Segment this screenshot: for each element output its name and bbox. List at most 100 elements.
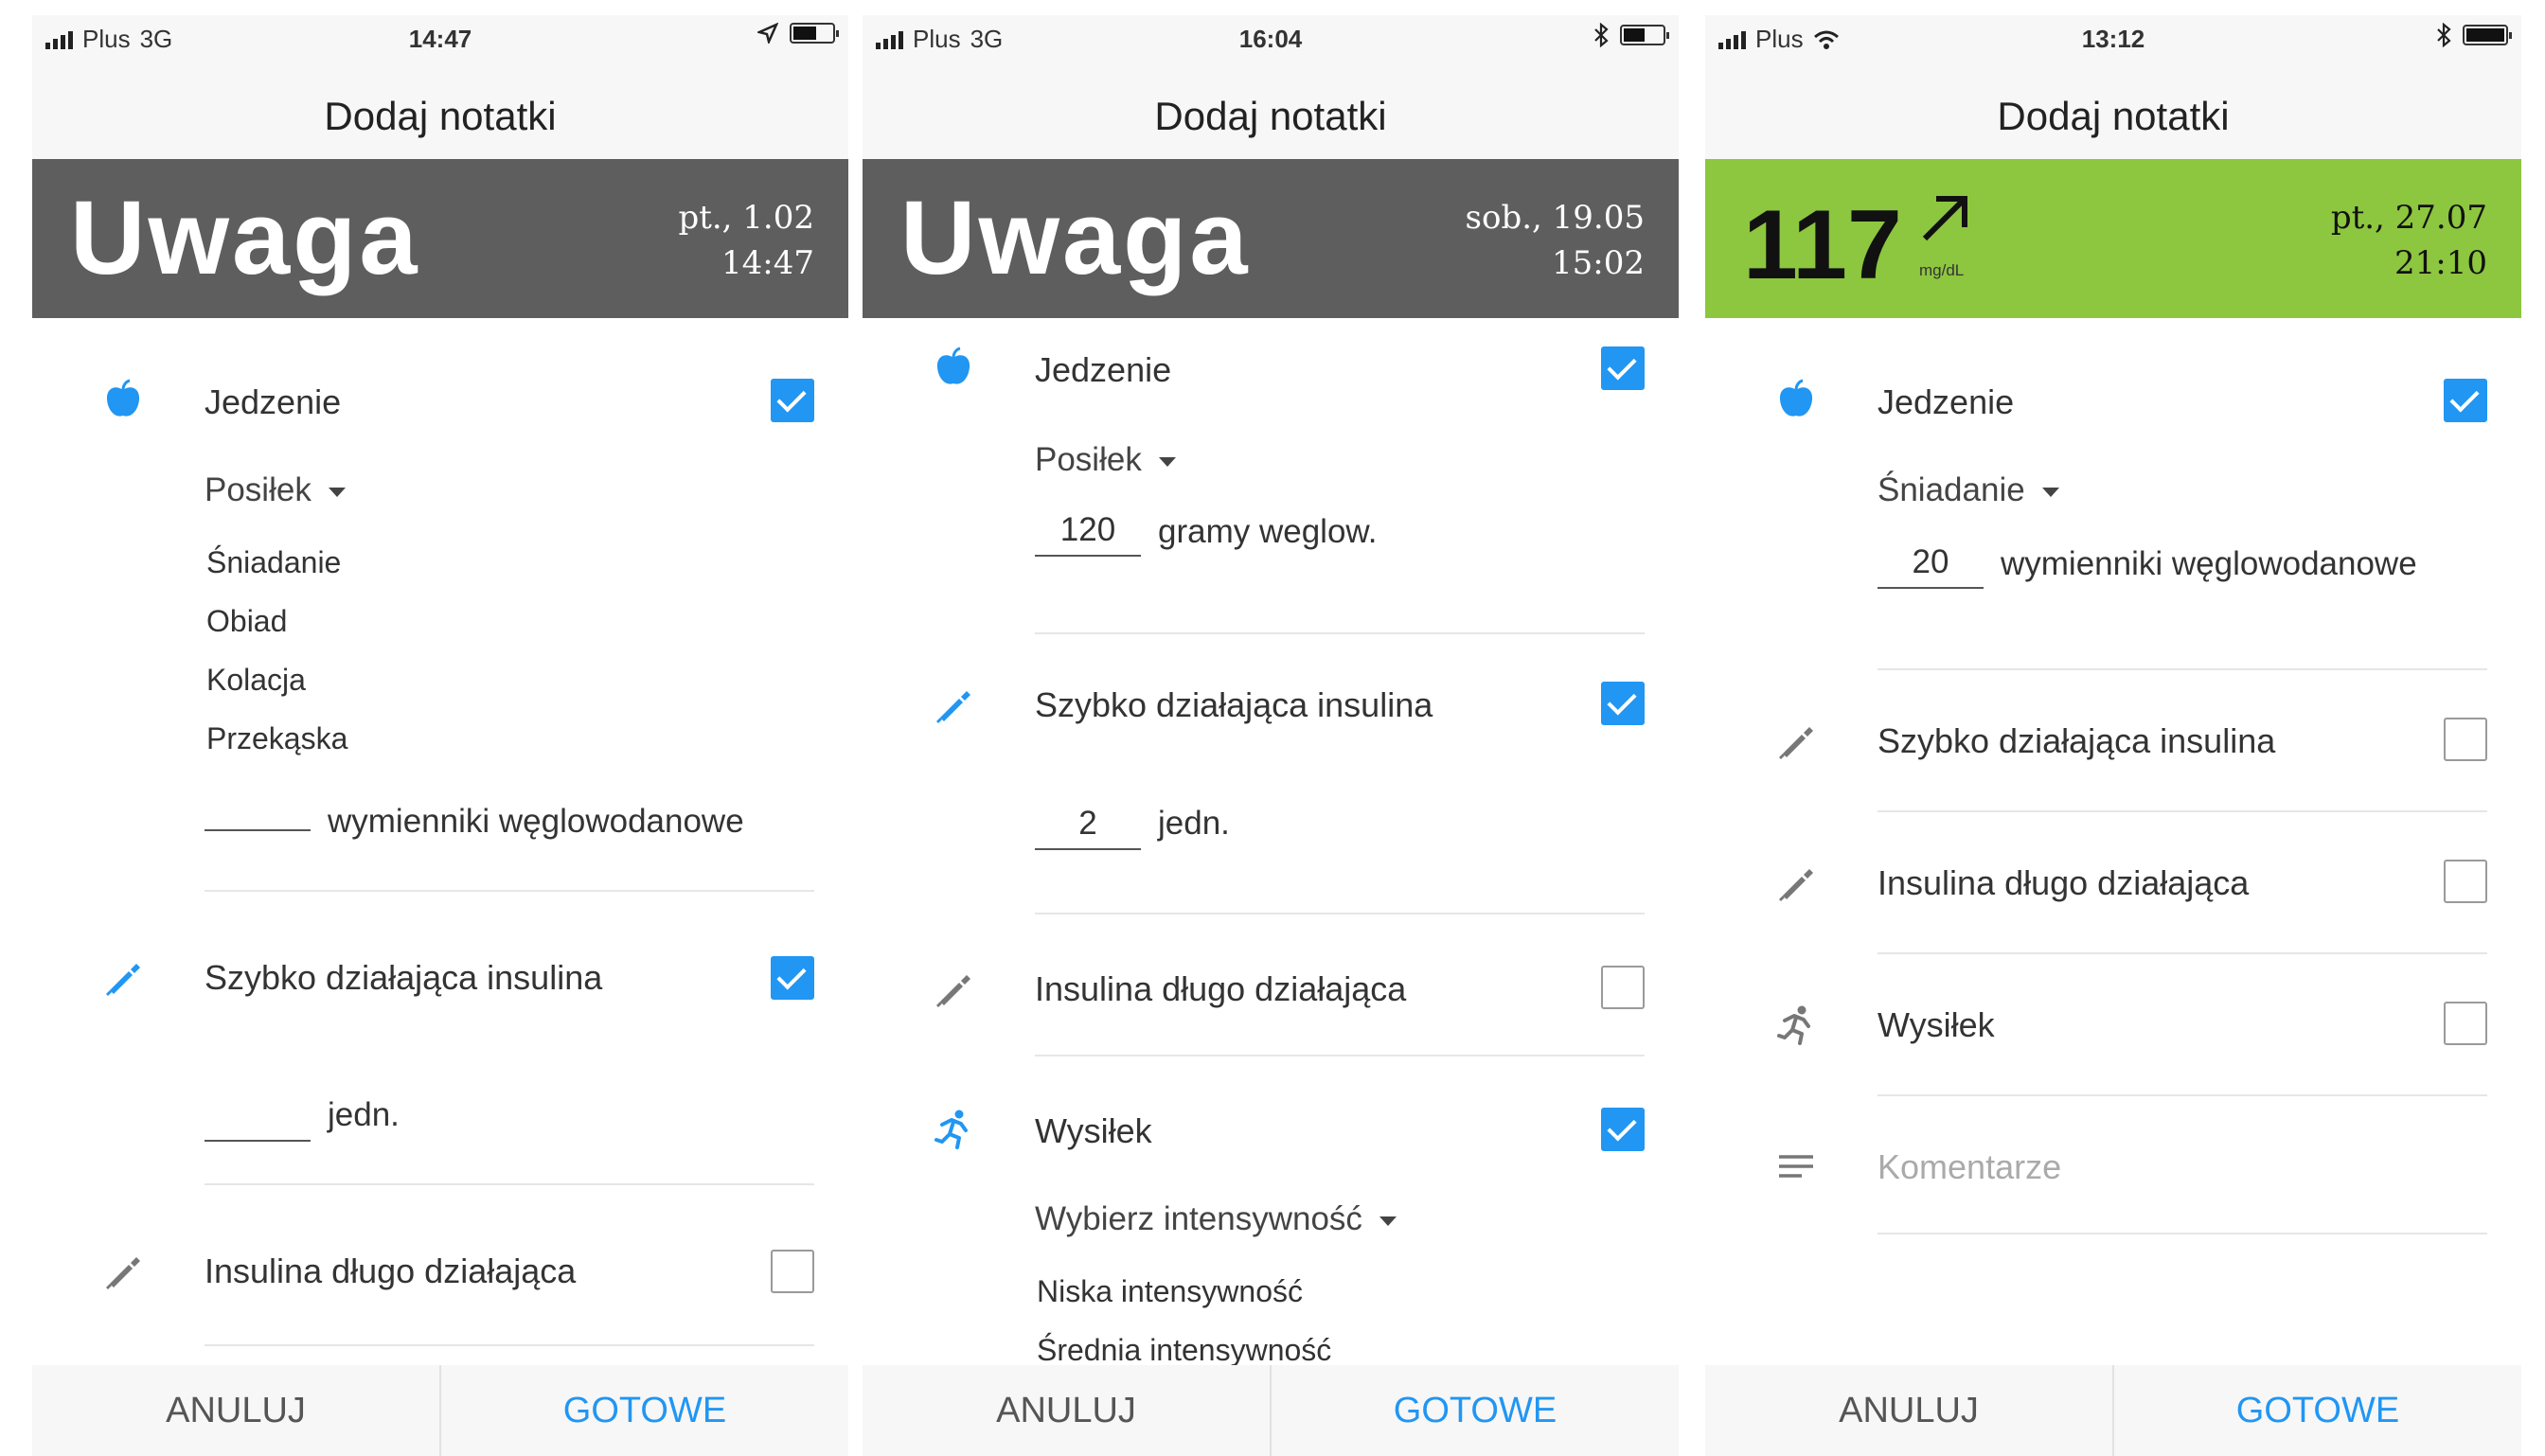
banner-text: Uwaga: [70, 180, 420, 296]
rapid-insulin-label: Szybko działająca insulina: [1035, 685, 1433, 724]
carb-input[interactable]: [205, 782, 311, 831]
location-icon: [757, 23, 778, 44]
cancel-button[interactable]: ANULUJ: [863, 1365, 1270, 1456]
caret-down-icon: [1158, 456, 1176, 467]
carb-input[interactable]: 20: [1878, 540, 1984, 589]
long-insulin-label: Insulina długo działająca: [205, 1252, 577, 1290]
long-insulin-checkbox[interactable]: [771, 1250, 814, 1293]
insulin-pen-icon: [106, 1257, 140, 1289]
exercise-label: Wysiłek: [1035, 1111, 1152, 1150]
rapid-insulin-unit: jedn.: [328, 1096, 400, 1133]
rapid-insulin-input[interactable]: [205, 1092, 311, 1142]
meal-dropdown[interactable]: Śniadanie: [1878, 471, 2059, 509]
long-insulin-checkbox[interactable]: [1601, 966, 1645, 1009]
cancel-button[interactable]: ANULUJ: [1705, 1365, 2112, 1456]
banner-time: 15:02: [1552, 244, 1645, 282]
long-insulin-checkbox[interactable]: [2444, 860, 2487, 903]
meal-dropdown[interactable]: Posiłek: [205, 471, 346, 509]
intensity-dropdown[interactable]: Wybierz intensywność: [1035, 1200, 1397, 1238]
done-button[interactable]: GOTOWE: [439, 1365, 848, 1456]
status-time: 16:04: [1238, 25, 1303, 53]
apple-icon: [106, 379, 140, 417]
carb-unit-label: wymienniki węglowodanowe: [2001, 545, 2417, 582]
food-checkbox[interactable]: [2444, 379, 2487, 422]
insulin-pen-icon: [936, 975, 970, 1007]
bluetooth-icon: [2437, 23, 2451, 47]
exercise-checkbox[interactable]: [2444, 1002, 2487, 1045]
divider: [205, 1344, 814, 1346]
bluetooth-icon: [1594, 23, 1609, 47]
meal-option-dinner[interactable]: Kolacja: [206, 663, 306, 698]
page-title: Dodaj notatki: [863, 74, 1679, 159]
battery-icon: [1620, 25, 1669, 45]
banner-date: pt., 27.07: [2330, 199, 2487, 237]
apple-icon: [936, 346, 970, 384]
running-icon: [1777, 1005, 1810, 1045]
action-bar: ANULUJ GOTOWE: [32, 1365, 848, 1456]
glucose-unit: mg/dL: [1919, 261, 1965, 279]
exercise-label: Wysiłek: [1878, 1005, 1995, 1044]
status-bar: Plus 3G 16:04: [863, 15, 1679, 74]
caret-down-icon: [1379, 1216, 1397, 1226]
insulin-pen-icon: [936, 691, 970, 723]
divider: [1878, 952, 2487, 954]
food-label: Jedzenie: [205, 382, 342, 421]
alert-banner: Uwaga sob., 19.05 15:02: [863, 159, 1679, 318]
divider: [205, 1183, 814, 1185]
carb-input[interactable]: 120: [1035, 507, 1141, 557]
glucose-banner: 117 mg/dL pt., 27.07 21:10: [1705, 159, 2521, 318]
notes-form: Jedzenie Posiłek 120 gramy weglow. Szybk…: [863, 318, 1679, 1365]
action-bar: ANULUJ GOTOWE: [1705, 1365, 2521, 1456]
status-bar: Plus 3G 14:47: [32, 15, 848, 74]
carb-unit-label: wymienniki węglowodanowe: [328, 803, 744, 840]
meal-option-breakfast[interactable]: Śniadanie: [206, 545, 341, 580]
meal-option-snack[interactable]: Przekąska: [206, 721, 347, 756]
divider: [1035, 1055, 1645, 1056]
comment-lines-icon: [1779, 1155, 1813, 1178]
food-checkbox[interactable]: [1601, 346, 1645, 390]
cancel-button[interactable]: ANULUJ: [32, 1365, 439, 1456]
status-time: 14:47: [408, 25, 472, 53]
rapid-insulin-label: Szybko działająca insulina: [205, 958, 603, 997]
rapid-insulin-checkbox[interactable]: [771, 956, 814, 1000]
divider: [1878, 668, 2487, 670]
exercise-checkbox[interactable]: [1601, 1108, 1645, 1151]
intensity-option-medium[interactable]: Średnia intensywność: [1037, 1333, 1331, 1365]
food-label: Jedzenie: [1035, 350, 1172, 389]
action-bar: ANULUJ GOTOWE: [863, 1365, 1679, 1456]
notes-form: Jedzenie Posiłek Śniadanie Obiad Kolacja…: [32, 318, 848, 1365]
status-bar: Plus 13:12: [1705, 15, 2521, 74]
rapid-insulin-label: Szybko działająca insulina: [1878, 721, 2276, 760]
insulin-pen-icon: [1779, 869, 1813, 901]
carb-unit-label: gramy weglow.: [1158, 513, 1378, 550]
long-insulin-label: Insulina długo działająca: [1878, 863, 2250, 902]
rapid-insulin-checkbox[interactable]: [2444, 718, 2487, 761]
meal-dropdown[interactable]: Posiłek: [1035, 441, 1176, 479]
meal-option-lunch[interactable]: Obiad: [206, 604, 287, 639]
divider: [1878, 810, 2487, 812]
banner-time: 21:10: [2394, 244, 2487, 282]
intensity-option-low[interactable]: Niska intensywność: [1037, 1274, 1303, 1309]
banner-datetime: pt., 1.02 14:47: [678, 195, 814, 286]
comment-input[interactable]: Komentarze: [1878, 1147, 2061, 1187]
battery-icon: [790, 23, 839, 44]
running-icon: [934, 1110, 968, 1149]
glucose-value: 117: [1743, 190, 1902, 300]
divider: [1035, 913, 1645, 914]
page-title: Dodaj notatki: [1705, 74, 2521, 159]
rapid-insulin-unit: jedn.: [1158, 805, 1230, 842]
insulin-pen-icon: [1779, 727, 1813, 759]
notes-form: Jedzenie Śniadanie 20 wymienniki węglowo…: [1705, 318, 2521, 1365]
long-insulin-label: Insulina długo działająca: [1035, 969, 1407, 1008]
rapid-insulin-input[interactable]: 2: [1035, 801, 1141, 850]
insulin-pen-icon: [106, 964, 140, 996]
divider: [205, 890, 814, 892]
rapid-insulin-checkbox[interactable]: [1601, 682, 1645, 725]
divider: [1035, 632, 1645, 634]
apple-icon: [1779, 379, 1813, 417]
done-button[interactable]: GOTOWE: [1270, 1365, 1679, 1456]
done-button[interactable]: GOTOWE: [2112, 1365, 2521, 1456]
food-checkbox[interactable]: [771, 379, 814, 422]
banner-datetime: sob., 19.05 15:02: [1466, 195, 1645, 286]
divider: [1878, 1094, 2487, 1096]
